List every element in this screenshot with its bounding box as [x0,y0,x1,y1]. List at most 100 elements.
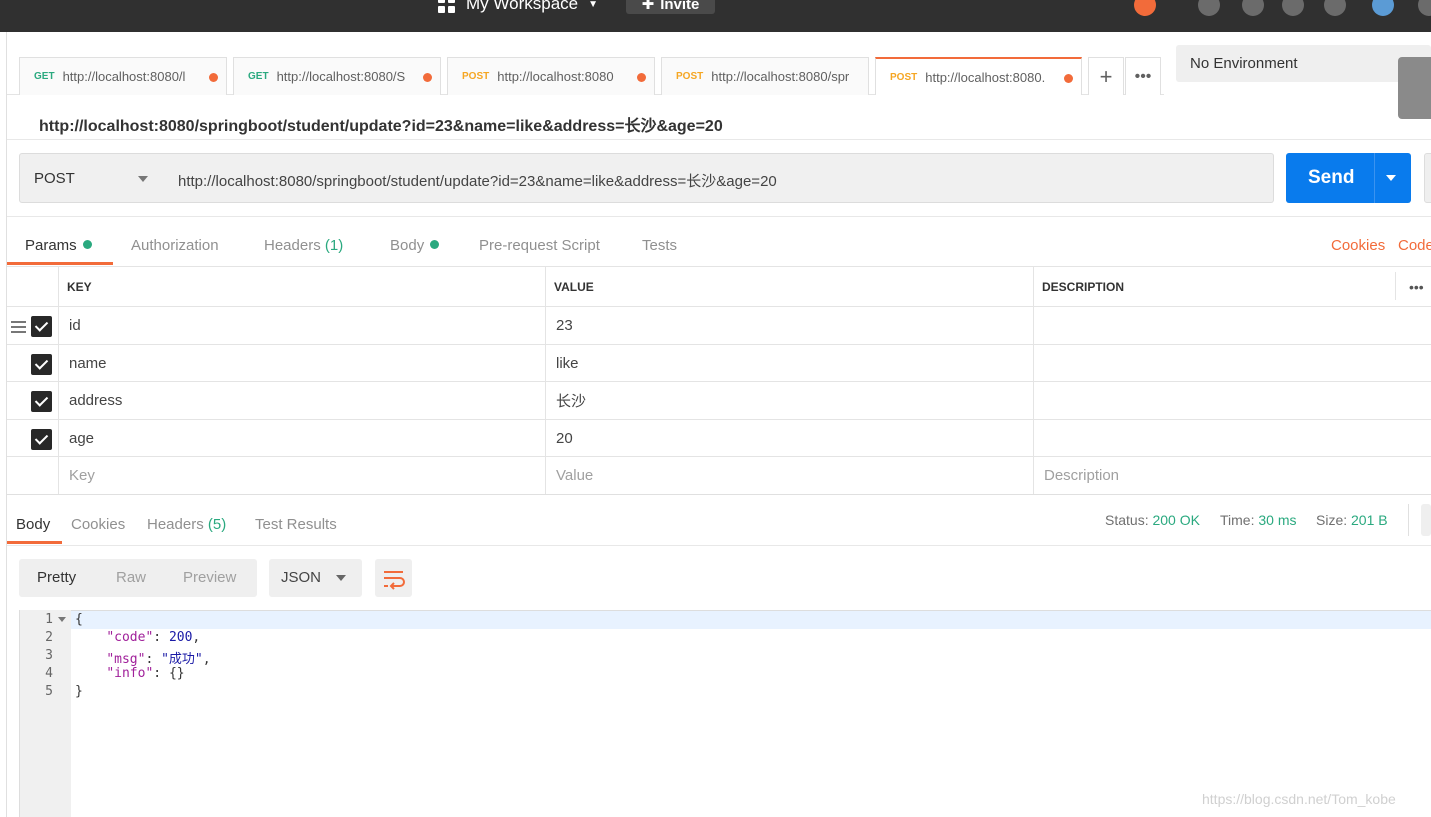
tab-response-body[interactable]: Body [16,516,50,533]
environment-quick-look-button[interactable] [1398,57,1431,119]
line-number: 1 [45,612,53,627]
divider [1408,504,1409,536]
notifications-icon[interactable] [1282,0,1304,16]
tab-test-results[interactable]: Test Results [255,516,337,533]
table-row: name like [7,344,1431,381]
param-value[interactable]: like [545,345,579,381]
table-row: id 23 [7,306,1431,344]
tab-response-headers[interactable]: Headers (5) [147,516,226,533]
divider [7,494,1431,495]
new-key-input[interactable]: Key [58,457,95,494]
table-row: age 20 [7,419,1431,456]
format-label: JSON [281,569,322,586]
code-line: } [75,684,83,699]
send-button[interactable]: Send [1286,153,1411,203]
column-divider [545,266,546,494]
divider [7,216,1431,217]
param-key[interactable]: id [58,307,81,344]
plus-icon: + [1099,63,1113,89]
divider [7,139,1431,140]
tab-label: Body [390,237,425,254]
tab-body[interactable]: Body [390,237,440,254]
settings-icon[interactable] [1242,0,1264,16]
tab-tests[interactable]: Tests [642,237,677,254]
workspace-switcher[interactable]: My Workspace ▼ [438,0,598,14]
tab-url: http://localhost:8080/l [62,69,186,84]
format-select[interactable]: JSON [269,559,362,597]
param-value[interactable]: 23 [545,307,573,344]
tab-headers[interactable]: Headers (1) [264,237,343,254]
method-badge: POST [676,71,704,82]
line-number: 3 [45,648,53,663]
new-description-input[interactable]: Description [1033,457,1119,494]
param-checkbox[interactable] [31,429,52,450]
save-button[interactable] [1424,153,1431,203]
new-tab-button[interactable]: + [1088,57,1124,95]
response-size: Size: 201 B [1316,512,1388,528]
avatar[interactable] [1372,0,1394,16]
unsaved-dot [209,73,218,82]
more-icon: ••• [1134,67,1152,85]
param-value[interactable]: 20 [545,420,573,456]
status-label: Status: [1105,512,1149,528]
unsaved-dot [423,73,432,82]
request-tab[interactable]: GET http://localhost:8080/l [19,57,227,95]
pretty-button[interactable]: Pretty [37,569,76,586]
heart-icon[interactable] [1324,0,1346,16]
request-tab[interactable]: POST http://localhost:8080/spr [661,57,869,95]
table-row-new: Key Value Description [7,456,1431,494]
request-tab[interactable]: GET http://localhost:8080/S [233,57,441,95]
column-divider [1033,266,1034,494]
request-title: http://localhost:8080/springboot/student… [39,118,723,135]
method-select[interactable]: POST [19,153,165,203]
tab-url: http://localhost:8080/spr [711,69,850,84]
new-value-input[interactable]: Value [545,457,593,494]
code-line: "code": 200, [106,630,201,645]
param-value[interactable]: 长沙 [545,382,586,419]
url-input[interactable]: http://localhost:8080/springboot/student… [164,153,1274,203]
tab-prerequest-script[interactable]: Pre-request Script [479,237,600,254]
param-key[interactable]: name [58,345,107,381]
json-value: "成功" [161,652,203,667]
add-user-icon: ✚ [641,0,655,13]
table-row: address 长沙 [7,381,1431,419]
active-tab-indicator [7,541,62,544]
drag-handle-icon[interactable] [11,321,26,336]
sync-icon[interactable] [1134,0,1156,16]
active-tab-indicator [7,262,113,265]
tab-response-cookies[interactable]: Cookies [71,516,125,533]
interceptor-icon[interactable] [1198,0,1220,16]
bulk-edit-more-icon[interactable]: ••• [1398,267,1424,306]
method-badge: POST [890,71,918,83]
line-number: 2 [45,630,53,645]
request-tab-active[interactable]: POST http://localhost:8080. [875,57,1082,95]
param-key[interactable]: age [58,420,94,456]
param-checkbox[interactable] [31,391,52,412]
invite-button[interactable]: ✚ Invite [626,0,715,14]
code-line: "msg": "成功", [106,652,211,667]
environment-select[interactable]: No Environment [1176,45,1431,82]
divider [1374,153,1375,203]
workspace-label: My Workspace [466,0,579,13]
unsaved-dot [1064,74,1073,83]
size-value: 201 B [1351,512,1388,528]
tab-params[interactable]: Params [25,237,92,254]
tab-authorization[interactable]: Authorization [131,237,219,254]
param-key[interactable]: address [58,382,122,419]
response-body-viewer[interactable] [71,610,1431,817]
menu-icon[interactable] [1418,0,1431,16]
fold-arrow-icon[interactable] [58,617,66,622]
wrap-lines-button[interactable] [375,559,412,597]
preview-button[interactable]: Preview [183,569,236,586]
param-checkbox[interactable] [31,354,52,375]
tab-options-button[interactable]: ••• [1125,57,1161,95]
save-response-button[interactable] [1421,504,1431,536]
code-link[interactable]: Code [1398,237,1431,254]
format-toggle: Pretty Raw Preview [19,559,257,597]
raw-button[interactable]: Raw [116,569,146,586]
time-label: Time: [1220,512,1255,528]
request-tab[interactable]: POST http://localhost:8080 [447,57,655,95]
cookies-link[interactable]: Cookies [1331,237,1385,254]
param-checkbox[interactable] [31,316,52,337]
tab-url: http://localhost:8080. [925,69,1046,85]
